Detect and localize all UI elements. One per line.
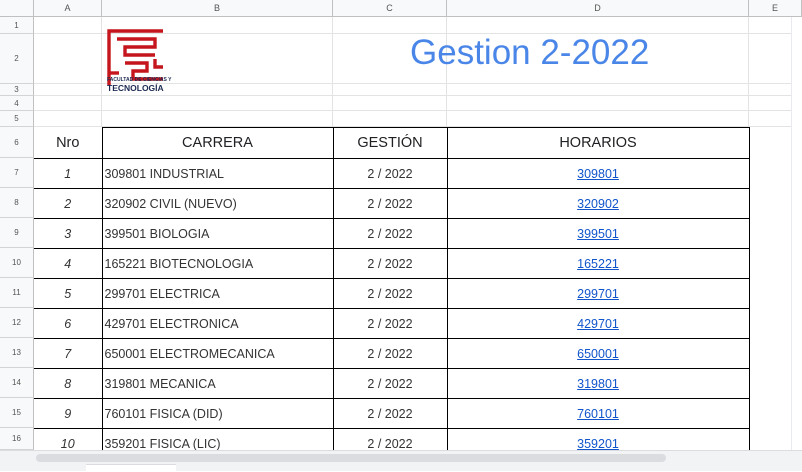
horario-link[interactable]: 429701 [577,317,619,331]
cell-nro: 8 [34,368,103,399]
logo-line2: TECNOLOGÍA [107,83,164,93]
header-carrera[interactable]: CARRERA [101,127,334,159]
cell-nro: 3 [34,218,103,249]
row-header-10[interactable]: 10 [0,248,34,278]
cell-horario: 320902 [447,188,750,219]
header-horarios[interactable]: HORARIOS [446,127,750,159]
cell-horario: 399501 [447,218,750,249]
gridline [748,17,749,127]
gridline [332,17,333,127]
row-header-14[interactable]: 14 [0,368,34,398]
table-row: 7 650001 ELECTROMECANICA 2 / 2022 650001 [34,338,750,369]
row-header-11[interactable]: 11 [0,278,34,308]
table-row: 8 319801 MECANICA 2 / 2022 319801 [34,368,750,399]
gridline [34,95,791,96]
row-header-7[interactable]: 7 [0,158,34,188]
table-row: 2 320902 CIVIL (NUEVO) 2 / 2022 320902 [34,188,750,219]
column-header-d[interactable]: D [447,0,749,17]
cell-carrera[interactable]: 165221 BIOTECNOLOGIA [102,248,334,279]
cell-gestion[interactable]: 2 / 2022 [333,278,448,309]
header-gestion[interactable]: GESTIÓN [332,127,448,159]
cell-gestion[interactable]: 2 / 2022 [333,248,448,279]
cell-carrera[interactable]: 399501 BIOLOGIA [102,218,334,249]
horario-link[interactable]: 320902 [577,197,619,211]
row-header-3[interactable]: 3 [0,84,34,96]
cell-carrera[interactable]: 299701 ELECTRICA [102,278,334,309]
cell-gestion[interactable]: 2 / 2022 [333,368,448,399]
horario-link[interactable]: 309801 [577,167,619,181]
select-all-corner[interactable] [0,0,34,17]
cell-horario: 309801 [447,158,750,189]
table-row: 1 309801 INDUSTRIAL 2 / 2022 309801 [34,158,750,189]
table-row: 4 165221 BIOTECNOLOGIA 2 / 2022 165221 [34,248,750,279]
cell-gestion[interactable]: 2 / 2022 [333,338,448,369]
cell-carrera[interactable]: 319801 MECANICA [102,368,334,399]
header-nro[interactable]: Nro [34,127,103,159]
column-header-e[interactable]: E [749,0,802,17]
careers-table: Nro CARRERA GESTIÓN HORARIOS 1 309801 IND… [34,127,750,459]
cell-carrera[interactable]: 309801 INDUSTRIAL [102,158,334,189]
horario-link[interactable]: 165221 [577,257,619,271]
row-header-13[interactable]: 13 [0,338,34,368]
cell-gestion[interactable]: 2 / 2022 [333,398,448,429]
cell-horario: 429701 [447,308,750,339]
cell-carrera[interactable]: 320902 CIVIL (NUEVO) [102,188,334,219]
column-header-b[interactable]: B [102,0,333,17]
vertical-scrollbar[interactable] [791,17,802,450]
cell-horario: 760101 [447,398,750,429]
cell-horario: 165221 [447,248,750,279]
row-header-4[interactable]: 4 [0,96,34,111]
horario-link[interactable]: 760101 [577,407,619,421]
gridline [34,110,791,111]
gridline [101,17,102,127]
cell-carrera[interactable]: 650001 ELECTROMECANICA [102,338,334,369]
cell-gestion[interactable]: 2 / 2022 [333,218,448,249]
cell-gestion[interactable]: 2 / 2022 [333,188,448,219]
cell-gestion[interactable]: 2 / 2022 [333,308,448,339]
cell-horario: 650001 [447,338,750,369]
row-header-12[interactable]: 12 [0,308,34,338]
horizontal-scrollbar-track [0,450,802,472]
page-title: Gestion 2-2022 [410,33,650,72]
cell-nro: 2 [34,188,103,219]
cell-gestion[interactable]: 2 / 2022 [333,158,448,189]
horario-link[interactable]: 359201 [577,437,619,451]
table-row: 3 399501 BIOLOGIA 2 / 2022 399501 [34,218,750,249]
cell-nro: 1 [34,158,103,189]
row-header-16[interactable]: 16 [0,428,34,450]
row-header-8[interactable]: 8 [0,188,34,218]
faculty-logo-text: FACULTAD DE CIENCIAS Y TECNOLOGÍA [107,77,187,93]
horizontal-scroll-thumb[interactable] [36,454,666,462]
table-row: 9 760101 FISICA (DID) 2 / 2022 760101 [34,398,750,429]
sheet-tab[interactable] [86,464,176,472]
cell-carrera[interactable]: 429701 ELECTRONICA [102,308,334,339]
column-header-a[interactable]: A [34,0,102,17]
cell-nro: 4 [34,248,103,279]
table-row: 6 429701 ELECTRONICA 2 / 2022 429701 [34,308,750,339]
row-header-2[interactable]: 2 [0,34,34,84]
column-header-c[interactable]: C [333,0,447,17]
cell-horario: 319801 [447,368,750,399]
horario-link[interactable]: 399501 [577,227,619,241]
cell-nro: 7 [34,338,103,369]
row-header-6[interactable]: 6 [0,127,34,158]
horario-link[interactable]: 299701 [577,287,619,301]
cell-horario: 299701 [447,278,750,309]
row-header-15[interactable]: 15 [0,398,34,428]
horario-link[interactable]: 650001 [577,347,619,361]
cell-nro: 5 [34,278,103,309]
horario-link[interactable]: 319801 [577,377,619,391]
row-header-9[interactable]: 9 [0,218,34,248]
table-row: 5 299701 ELECTRICA 2 / 2022 299701 [34,278,750,309]
row-header-1[interactable]: 1 [0,17,34,34]
cell-carrera[interactable]: 760101 FISICA (DID) [102,398,334,429]
cell-nro: 9 [34,398,103,429]
cell-nro: 6 [34,308,103,339]
row-header-5[interactable]: 5 [0,111,34,127]
